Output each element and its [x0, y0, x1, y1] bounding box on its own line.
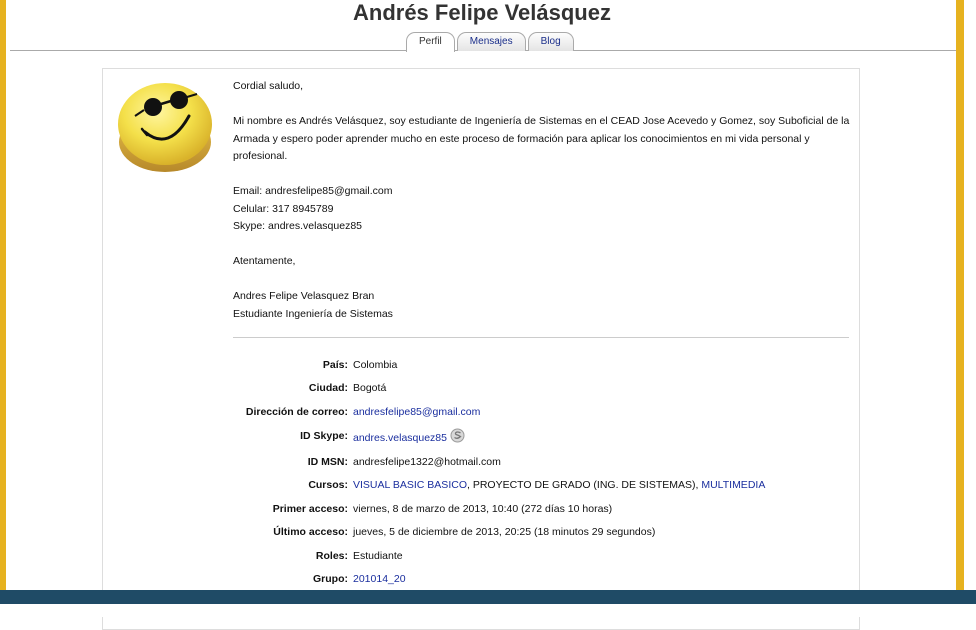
field-first-access: Primer acceso: viernes, 8 de marzo de 20…	[200, 499, 860, 519]
page: Andrés Felipe Velásquez Perfil Mensajes …	[0, 0, 976, 630]
field-label: Ciudad:	[308, 382, 348, 394]
phone-line: Celular: 317 8945789	[233, 202, 334, 215]
field-value: Colombia	[353, 359, 398, 371]
field-label: Grupo:	[313, 573, 348, 585]
frame-right-edge	[964, 0, 976, 604]
tab-blog[interactable]: Blog	[527, 32, 574, 51]
group-link[interactable]: 201014_20	[353, 569, 406, 589]
greeting-text: Cordial saludo,	[233, 80, 304, 92]
field-label: ID MSN:	[307, 456, 348, 468]
signature-name: Andres Felipe Velasquez Bran	[233, 290, 375, 302]
field-email: Dirección de correo: andresfelipe85@gmai…	[200, 402, 860, 422]
course-proyecto-grado: PROYECTO DE GRADO (ING. DE SISTEMAS)	[472, 479, 696, 491]
field-label: Primer acceso:	[272, 503, 348, 515]
field-courses: Cursos: VISUAL BASIC BASICO, PROYECTO DE…	[200, 475, 860, 495]
skype-link[interactable]: andres.velasquez85	[353, 432, 447, 444]
field-value: jueves, 5 de diciembre de 2013, 20:25 (1…	[353, 526, 656, 538]
skype-line: Skype: andres.velasquez85	[233, 220, 362, 232]
field-value: viernes, 8 de marzo de 2013, 10:40 (272 …	[353, 503, 613, 515]
course-link-visual-basic[interactable]: VISUAL BASIC BASICO	[353, 479, 467, 491]
bottom-margin	[0, 604, 976, 617]
avatar	[118, 83, 212, 172]
field-label: Cursos:	[308, 479, 348, 491]
profile-tabs: Perfil Mensajes Blog	[406, 32, 574, 52]
course-link-multimedia[interactable]: MULTIMEDIA	[701, 479, 765, 491]
tab-perfil[interactable]: Perfil	[406, 32, 455, 52]
skype-status-icon[interactable]	[450, 428, 465, 443]
intro-text: Mi nombre es Andrés Velásquez, soy estud…	[233, 115, 850, 162]
signature-title: Estudiante Ingeniería de Sistemas	[233, 307, 393, 320]
email-link[interactable]: andresfelipe85@gmail.com	[353, 402, 480, 422]
tab-mensajes[interactable]: Mensajes	[456, 32, 526, 51]
field-last-access: Último acceso: jueves, 5 de diciembre de…	[200, 522, 860, 542]
field-value: andres.velasquez85	[353, 428, 465, 448]
field-roles: Roles: Estudiante	[200, 546, 860, 566]
field-value: Bogotá	[353, 382, 387, 394]
field-value: andresfelipe1322@hotmail.com	[353, 456, 501, 468]
field-city: Ciudad: Bogotá	[200, 378, 860, 398]
field-label: ID Skype:	[300, 430, 348, 442]
profile-description: Cordial saludo, Mi nombre es Andrés Velá…	[233, 78, 851, 323]
frame-right-border	[956, 0, 964, 604]
field-value: Estudiante	[353, 550, 403, 562]
field-skype: ID Skype: andres.velasquez85	[200, 426, 860, 446]
description-divider	[233, 337, 849, 338]
closing-text: Atentamente,	[233, 255, 296, 267]
field-country: País: Colombia	[200, 355, 860, 375]
page-title: Andrés Felipe Velásquez	[353, 0, 611, 25]
email-line: Email: andresfelipe85@gmail.com	[233, 185, 393, 197]
field-msn: ID MSN: andresfelipe1322@hotmail.com	[200, 452, 860, 472]
field-label: Roles:	[315, 550, 348, 562]
field-label: Último acceso:	[273, 526, 348, 538]
taskbar-strip	[0, 590, 976, 604]
field-value: VISUAL BASIC BASICO, PROYECTO DE GRADO (…	[353, 475, 765, 495]
field-label: País:	[322, 359, 348, 371]
field-label: Dirección de correo:	[245, 406, 348, 418]
field-group: Grupo: 201014_20	[200, 569, 860, 589]
